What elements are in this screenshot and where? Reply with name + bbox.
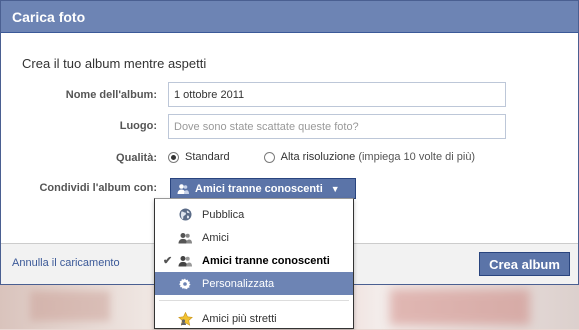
quality-options: Standard Alta risoluzione (impiega 10 vo… (168, 151, 475, 163)
share-label: Condividi l'album con: (39, 182, 157, 194)
quality-high-radio[interactable] (263, 151, 275, 163)
background-blur (390, 289, 530, 325)
friends-except-icon (177, 255, 193, 267)
menu-item-public[interactable]: Pubblica (155, 203, 353, 226)
privacy-selector-label: Amici tranne conoscenti (195, 182, 323, 195)
menu-item-custom[interactable]: Personalizzata (155, 272, 353, 295)
chevron-down-icon: ▼ (330, 183, 340, 194)
cancel-upload-link[interactable]: Annulla il caricamento (12, 257, 120, 269)
star-icon (177, 311, 193, 326)
quality-high-text: Alta risoluzione (280, 151, 356, 163)
menu-item-label: Amici tranne conoscenti (202, 254, 330, 267)
album-name-label: Nome dell'album: (65, 89, 157, 101)
album-name-input[interactable] (168, 82, 506, 107)
menu-item-close-friends[interactable]: Amici più stretti (155, 307, 353, 330)
friends-icon (177, 232, 193, 244)
quality-standard-label[interactable]: Standard (185, 151, 230, 163)
quality-standard-radio[interactable] (168, 151, 179, 163)
menu-item-label: Amici più stretti (202, 312, 277, 325)
privacy-dropdown-menu: Pubblica Amici ✔ Amici tranne conoscenti… (154, 198, 354, 329)
friends-except-icon (176, 183, 190, 195)
checkmark-icon: ✔ (163, 255, 173, 267)
location-label: Luogo: (119, 120, 157, 132)
location-input[interactable] (168, 114, 506, 139)
menu-item-friends-except-acquaintances[interactable]: ✔ Amici tranne conoscenti (155, 249, 353, 272)
create-album-button[interactable]: Crea album (479, 252, 570, 276)
quality-label: Qualità: (116, 152, 157, 164)
dialog-title: Carica foto (1, 1, 578, 33)
quality-high-note: (impiega 10 volte di più) (358, 151, 476, 163)
gear-icon (177, 278, 193, 290)
globe-icon (177, 208, 193, 221)
dialog-subtitle: Crea il tuo album mentre aspetti (22, 56, 207, 71)
menu-item-label: Personalizzata (202, 277, 275, 290)
menu-item-label: Amici (202, 231, 229, 244)
menu-item-friends[interactable]: Amici (155, 226, 353, 249)
menu-divider (159, 300, 349, 301)
background-blur (30, 291, 110, 321)
privacy-selector-button[interactable]: Amici tranne conoscenti ▼ (170, 178, 356, 199)
menu-item-label: Pubblica (202, 208, 245, 221)
quality-high-label[interactable]: Alta risoluzione (impiega 10 volte di pi… (281, 151, 475, 163)
